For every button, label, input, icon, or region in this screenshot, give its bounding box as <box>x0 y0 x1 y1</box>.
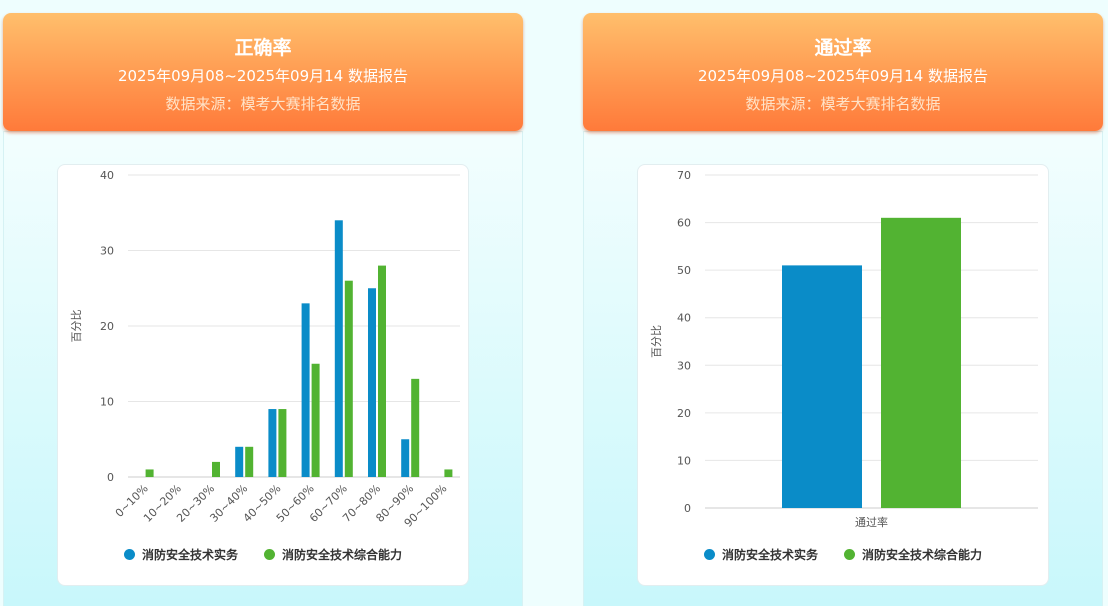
x-tick-label: 通过率 <box>855 515 888 529</box>
bar-series1 <box>401 439 410 477</box>
legend-label: 消防安全技术实务 <box>721 548 818 562</box>
chart-card: 0 10 20 30 40 50 60 70 百分比通过率 消防安全技术实务 消防安全技术综合能… <box>637 164 1049 586</box>
bar-series2 <box>881 217 961 509</box>
legend-label: 消防安全技术综合能力 <box>862 548 983 562</box>
y-tick-label: 10 <box>100 396 114 409</box>
y-tick-label: 50 <box>677 264 691 277</box>
panel-title: 通过率 <box>814 37 872 59</box>
y-axis-label: 百分比 <box>650 325 663 358</box>
chart-legend: 消防安全技术实务 消防安全技术综合能力 <box>58 546 468 563</box>
bar-series2 <box>344 280 353 477</box>
chart-legend: 消防安全技术实务 消防安全技术综合能力 <box>638 546 1048 563</box>
accuracy-chart: 010203040百分比0~10%10~20%20~30%30~40%40~50… <box>70 169 460 530</box>
bar-series1 <box>301 303 310 477</box>
pass-rate-chart: 0 10 20 30 40 50 60 70 百分比通过率 <box>650 169 1038 529</box>
legend-dot-icon <box>844 549 855 560</box>
y-tick-label: 0 <box>684 502 691 515</box>
legend-item-series2[interactable]: 消防安全技术综合能力 <box>264 546 402 563</box>
bar-series1 <box>235 446 244 477</box>
legend-dot-icon <box>123 549 135 560</box>
y-tick-label: 30 <box>677 359 691 372</box>
bar-series2 <box>212 461 220 477</box>
y-tick-label: 70 <box>677 169 691 182</box>
y-tick-label: 40 <box>677 312 691 325</box>
legend-label: 消防安全技术综合能力 <box>282 548 403 562</box>
panel-subtitle: 2025年09月08~2025年09月14 数据报告 <box>697 67 989 85</box>
bar-series2 <box>378 265 386 477</box>
legend-item-series1[interactable]: 消防安全技术实务 <box>703 546 818 563</box>
chart-card: 0 10 20 30 40 百分比 0~10% 10~20% 20~30% 30~40% 40~50… <box>57 164 469 586</box>
bar-series1 <box>782 265 862 508</box>
y-axis-label: 百分比 <box>70 310 83 343</box>
y-tick-label: 40 <box>100 169 114 182</box>
y-tick-label: 10 <box>677 454 691 467</box>
pass-rate-panel: 通过率 2025年09月08~2025年09月14 数据报告 数据来源：模考大赛… <box>583 13 1103 606</box>
legend-item-series2[interactable]: 消防安全技术综合能力 <box>844 546 982 563</box>
panel-title: 正确率 <box>234 37 292 59</box>
panel-source: 数据来源：模考大赛排名数据 <box>745 95 941 113</box>
bar-series2 <box>278 409 287 477</box>
bar-series1 <box>368 288 376 477</box>
bar-series2 <box>245 446 254 477</box>
y-tick-label: 60 <box>677 217 691 230</box>
y-tick-label: 30 <box>100 245 114 258</box>
panel-header: 通过率 2025年09月08~2025年09月14 数据报告 数据来源：模考大赛… <box>583 13 1103 131</box>
y-tick-label: 20 <box>677 407 691 420</box>
bar-series2 <box>145 469 154 477</box>
y-tick-label: 0 <box>107 471 114 484</box>
bar-series2 <box>444 469 453 477</box>
legend-item-series1[interactable]: 消防安全技术实务 <box>123 546 238 563</box>
panel-source: 数据来源：模考大赛排名数据 <box>165 95 361 113</box>
bar-series1 <box>334 220 343 478</box>
legend-label: 消防安全技术实务 <box>141 548 238 562</box>
bar-series2 <box>311 363 320 477</box>
accuracy-panel: 正确率 2025年09月08~2025年09月14 数据报告 数据来源：模考大赛… <box>3 13 523 606</box>
bar-series1 <box>268 409 277 477</box>
bar-series2 <box>411 378 420 477</box>
legend-dot-icon <box>264 549 275 560</box>
panel-subtitle: 2025年09月08~2025年09月14 数据报告 <box>117 67 409 85</box>
y-tick-label: 20 <box>100 320 114 333</box>
panel-header: 正确率 2025年09月08~2025年09月14 数据报告 数据来源：模考大赛… <box>3 13 523 131</box>
legend-dot-icon <box>703 549 715 560</box>
